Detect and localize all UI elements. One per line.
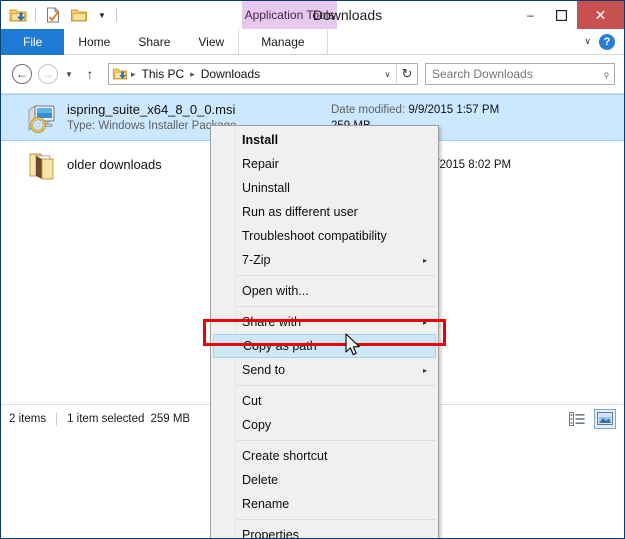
qat-separator-1 [35,8,36,22]
context-menu-item-copy-as-path[interactable]: Copy as path [213,334,436,358]
context-menu-separator-1 [237,275,436,276]
help-icon[interactable]: ? [599,33,615,50]
context-menu-item-create-shortcut[interactable]: Create shortcut [211,444,438,468]
selection-size: 259 MB [150,412,191,425]
context-menu-item-properties[interactable]: Properties [211,523,438,538]
up-button[interactable]: ↑ [78,62,102,86]
new-folder-icon[interactable] [68,4,90,26]
status-separator [56,411,58,426]
minimize-button[interactable]: – [515,1,546,29]
tab-share[interactable]: Share [124,29,184,55]
msi-installer-icon [25,101,59,135]
path-dropdown-icon[interactable]: ∨ [379,64,396,84]
context-menu-item-delete[interactable]: Delete [211,468,438,492]
context-menu-separator-2 [237,306,436,307]
title-bar: ▼ Application Tools Downloads – ✕ [1,1,624,29]
ribbon-tab-bar: File Home Share View Manage ∨ ? [1,29,624,55]
context-menu-item-label: 7-Zip [242,253,271,267]
context-menu-item-rename[interactable]: Rename [211,492,438,516]
qat-dropdown-icon[interactable]: ▼ [94,4,110,26]
refresh-icon[interactable]: ↻ [396,64,417,84]
recent-locations-icon[interactable]: ▼ [62,70,76,79]
chevron-down-icon[interactable]: ∨ [584,36,591,47]
forward-button[interactable]: → [36,62,60,86]
breadcrumb-item-this-pc[interactable]: This PC [138,67,189,81]
file-name: ispring_suite_x64_8_0_0.msi [67,102,236,117]
status-bar-right [566,408,616,429]
tab-manage[interactable]: Manage [238,29,328,55]
context-menu-separator-5 [237,519,436,520]
submenu-arrow-icon: ▸ [422,255,427,265]
context-menu: Install Repair Uninstall Run as differen… [210,125,439,538]
close-button[interactable]: ✕ [577,1,624,29]
date-modified-value: 9/9/2015 1:57 PM [408,103,500,116]
context-menu-item-share-with[interactable]: Share with ▸ [211,310,438,334]
tab-view[interactable]: View [184,29,238,55]
context-menu-item-open-with[interactable]: Open with... [211,279,438,303]
breadcrumb-bar[interactable]: ▸ This PC ▸ Downloads ∨ ↻ [108,63,418,85]
back-button[interactable]: ← [10,62,34,86]
context-menu-item-install[interactable]: Install [211,128,438,152]
properties-icon[interactable] [42,4,64,26]
large-icons-view-button[interactable] [594,408,616,429]
file-explorer-window: ▼ Application Tools Downloads – ✕ File H… [0,0,625,539]
tab-home[interactable]: Home [64,29,124,55]
contextual-tab-header: Application Tools [242,1,337,29]
context-menu-separator-4 [237,440,436,441]
contextual-tab-label: Application Tools [244,8,335,22]
quick-access-toolbar: ▼ [7,4,119,26]
context-menu-item-send-to[interactable]: Send to ▸ [211,358,438,382]
folder-icon [25,148,59,182]
breadcrumb-item-downloads[interactable]: Downloads [197,67,264,81]
search-box[interactable]: ⌕ [425,63,615,85]
folder-name: older downloads [67,157,162,172]
context-menu-item-repair[interactable]: Repair [211,152,438,176]
status-bar-left: 2 items 1 item selected 259 MB [9,411,191,426]
context-menu-item-7-zip[interactable]: 7-Zip ▸ [211,248,438,272]
breadcrumb-folder-icon [112,66,128,82]
up-arrow-icon: ↑ [86,66,94,82]
context-menu-item-run-as-different-user[interactable]: Run as different user [211,200,438,224]
qat-separator-2 [116,8,117,22]
ribbon-right-controls: ∨ ? [584,29,624,54]
selection-info: 1 item selected [67,412,145,425]
folder-item-texts: older downloads [67,156,162,173]
context-menu-item-label: Share with [242,315,302,329]
breadcrumb: ▸ This PC ▸ Downloads [109,66,379,82]
downloads-folder-icon[interactable] [7,4,29,26]
breadcrumb-separator-0: ▸ [131,68,136,79]
submenu-arrow-icon: ▸ [422,317,427,327]
tab-file[interactable]: File [1,29,65,55]
address-bar: ← → ▼ ↑ ▸ This PC ▸ Downloads ∨ ↻ Search… [1,55,624,93]
back-arrow-icon: ← [12,64,32,84]
breadcrumb-separator-1: ▸ [190,68,195,79]
context-menu-item-uninstall[interactable]: Uninstall [211,176,438,200]
context-menu-item-cut[interactable]: Cut [211,389,438,413]
window-controls: – ✕ [515,1,624,29]
context-menu-item-copy[interactable]: Copy [211,413,438,437]
context-menu-item-label: Send to [242,363,286,377]
context-menu-item-troubleshoot-compatibility[interactable]: Troubleshoot compatibility [211,224,438,248]
file-type-label: Type: [67,120,96,132]
forward-arrow-icon: → [38,64,58,84]
context-menu-separator-3 [237,385,436,386]
search-input[interactable] [432,67,604,81]
date-modified-label: Date modified: [331,103,406,116]
details-view-button[interactable] [566,409,588,429]
item-count: 2 items [9,412,47,425]
submenu-arrow-icon: ▸ [422,365,427,375]
maximize-button[interactable] [546,1,577,29]
file-date-line: Date modified: 9/9/2015 1:57 PM [331,102,499,118]
